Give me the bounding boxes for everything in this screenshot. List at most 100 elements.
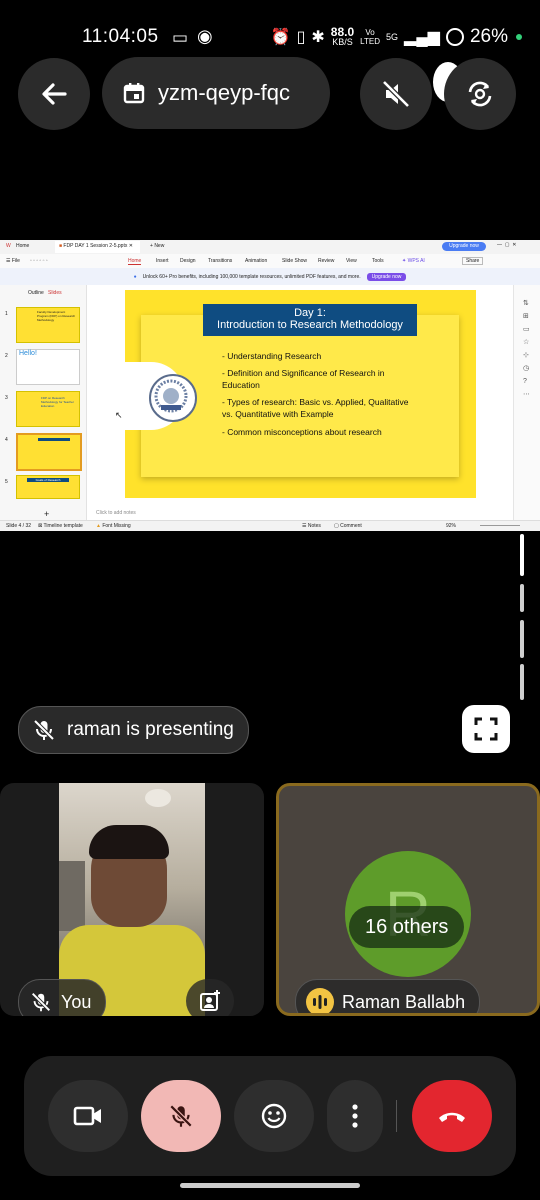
portrait-effects-icon [200, 990, 220, 1011]
quick-access-icons: ▫ ▫ ▫ ▫ ▫ ▫ [30, 258, 48, 264]
ppt-ribbon: ☰ File ▫ ▫ ▫ ▫ ▫ ▫ Home Insert Design Tr… [0, 254, 540, 269]
mic-off-icon [31, 992, 51, 1012]
ceiling-light [145, 789, 171, 807]
leave-call-button[interactable] [412, 1080, 492, 1152]
back-button[interactable] [18, 58, 90, 130]
side-toolbar: ⇅ ⊞ ▭ ☆ ⊹ ◷? ⋯ [513, 285, 540, 520]
font-missing-label: ▲ Font Missing [96, 523, 131, 529]
volte-indicator: Vo LTED [360, 28, 380, 46]
banner-text: Unlock 60+ Pro benefits, including 100,0… [142, 273, 361, 280]
slide-canvas: Day 1: Introduction to Research Methodol… [125, 290, 476, 498]
ribbon-tab-insert: Insert [156, 258, 169, 264]
system-status-icons: ⏰ ▯ ✱ 88.0 KB/S Vo LTED 5G ▂▄▆ 26% [271, 26, 522, 48]
home-tab: Home [16, 243, 30, 249]
ribbon-tab-review: Review [318, 258, 335, 264]
others-tile[interactable]: R 16 others Raman Ballabh [276, 783, 540, 1016]
speaker-name-chip: Raman Ballabh [295, 979, 481, 1013]
add-slide-icon: + [44, 509, 50, 519]
speaker-mute-button[interactable] [360, 58, 432, 130]
reactions-button[interactable] [234, 1080, 314, 1152]
ribbon-tab-home: Home [128, 258, 142, 265]
self-tile[interactable]: You [0, 783, 264, 1016]
slide-num-1: 1 [5, 311, 8, 317]
person-hair [89, 825, 169, 859]
clock: 11:04:05 [82, 26, 159, 47]
bullet-3: - Types of research: Basic vs. Applied, … [222, 397, 409, 419]
institution-logo [149, 374, 197, 422]
mouse-cursor-icon: ↖ [115, 410, 123, 420]
signal-icon: ▂▄▆ [404, 29, 440, 46]
share-button: Share [462, 257, 484, 265]
switch-camera-button[interactable] [444, 58, 516, 130]
ribbon-tab-design: Design [180, 258, 196, 264]
battery-level: 26% [469, 26, 508, 47]
slides-tab: Slides [48, 290, 62, 296]
emoji-icon [261, 1103, 287, 1129]
upgrade-banner: ● Unlock 60+ Pro benefits, including 100… [0, 268, 540, 285]
slide-counter: Slide 4 / 32 [6, 523, 32, 529]
fullscreen-button[interactable] [462, 705, 510, 753]
ppt-tab-bar: W Home ■ FDP DAY 1 Session 2-5.pptx ✕ + … [0, 240, 540, 255]
presenter-chip: raman is presenting [18, 706, 249, 754]
ribbon-tab-transitions: Transitions [208, 258, 233, 264]
mic-off-icon [169, 1104, 193, 1128]
ribbon-tab-view: View [346, 258, 357, 264]
file-tab: ■ FDP DAY 1 Session 2-5.pptx ✕ [55, 241, 140, 253]
slide-thumb-2: Hello! [16, 349, 80, 385]
self-name-chip: You [18, 979, 107, 1016]
net-speed: 88.0 KB/S [330, 24, 355, 47]
alarm-icon: ⏰ [270, 29, 291, 46]
audio-level-icon [306, 988, 334, 1013]
wps-logo-icon: W [6, 243, 11, 249]
slide-thumb-4 [16, 433, 82, 471]
page-indicator-active [520, 534, 524, 576]
slide-thumb-3: FDP on Research Methodology for Teacher … [16, 391, 80, 427]
page-indicator [520, 620, 524, 658]
ribbon-tab-animation: Animation [245, 258, 268, 264]
camera-toggle-button[interactable] [48, 1080, 128, 1152]
ribbon-tab-slideshow: Slide Show [282, 258, 308, 264]
banner-upgrade-button: Upgrade now [366, 272, 407, 281]
ppt-status-bar: Slide 4 / 32 ⊠ Timeline template ▲ Font … [0, 520, 540, 531]
outline-tab: Outline [28, 290, 44, 296]
bluetooth-icon: ✱ [311, 29, 325, 46]
slide-num-5: 5 [5, 479, 8, 485]
self-name: You [61, 991, 92, 1012]
signal-5g-label: 5G [386, 32, 399, 42]
zoom-level: 92% [446, 523, 457, 529]
mic-off-icon [33, 719, 55, 741]
slide-num-3: 3 [5, 395, 8, 401]
template-label: ⊠ Timeline template [38, 523, 83, 529]
video-camera-icon [73, 1106, 101, 1126]
arrow-left-icon [42, 83, 67, 105]
window-controls: — ▢ ✕ [497, 242, 517, 248]
notes-button: ☰ Notes [302, 523, 321, 529]
meeting-info-button[interactable]: yzm-qeyp-fqc [102, 57, 330, 129]
others-count-chip: 16 others [349, 906, 465, 948]
emblem-icon [154, 379, 188, 413]
camera-flip-icon [468, 81, 492, 107]
bullet-2: - Definition and Significance of Researc… [222, 368, 385, 390]
ribbon-tab-tools: Tools [372, 258, 384, 264]
slide-num-4: 4 [5, 437, 8, 443]
info-icon: ● [133, 273, 137, 280]
effects-button[interactable] [186, 979, 234, 1016]
zoom-slider [480, 525, 520, 526]
fullscreen-icon [474, 717, 498, 741]
meeting-code: yzm-qeyp-fqc [158, 80, 291, 105]
hang-up-icon [439, 1112, 465, 1122]
notes-placeholder: Click to add notes [96, 510, 136, 516]
home-indicator[interactable] [180, 1183, 360, 1188]
calendar-icon [123, 83, 145, 104]
more-options-button[interactable] [327, 1080, 383, 1152]
controls-divider [396, 1100, 397, 1132]
slide-thumb-1: Faculty Development Program (FDP) on Res… [16, 307, 80, 343]
volume-off-icon [382, 80, 410, 108]
new-tab: + New [150, 243, 165, 249]
bullet-1: - Understanding Research [222, 351, 322, 361]
page-indicator [520, 664, 524, 700]
slides-panel: Outline Slides Faculty Development Progr… [0, 285, 87, 520]
app-notification-icon: ◉ [197, 26, 213, 46]
side-tool-icons: ⇅ ⊞ ▭ ☆ ⊹ ◷? ⋯ [523, 300, 530, 398]
mic-toggle-button[interactable] [141, 1080, 221, 1152]
